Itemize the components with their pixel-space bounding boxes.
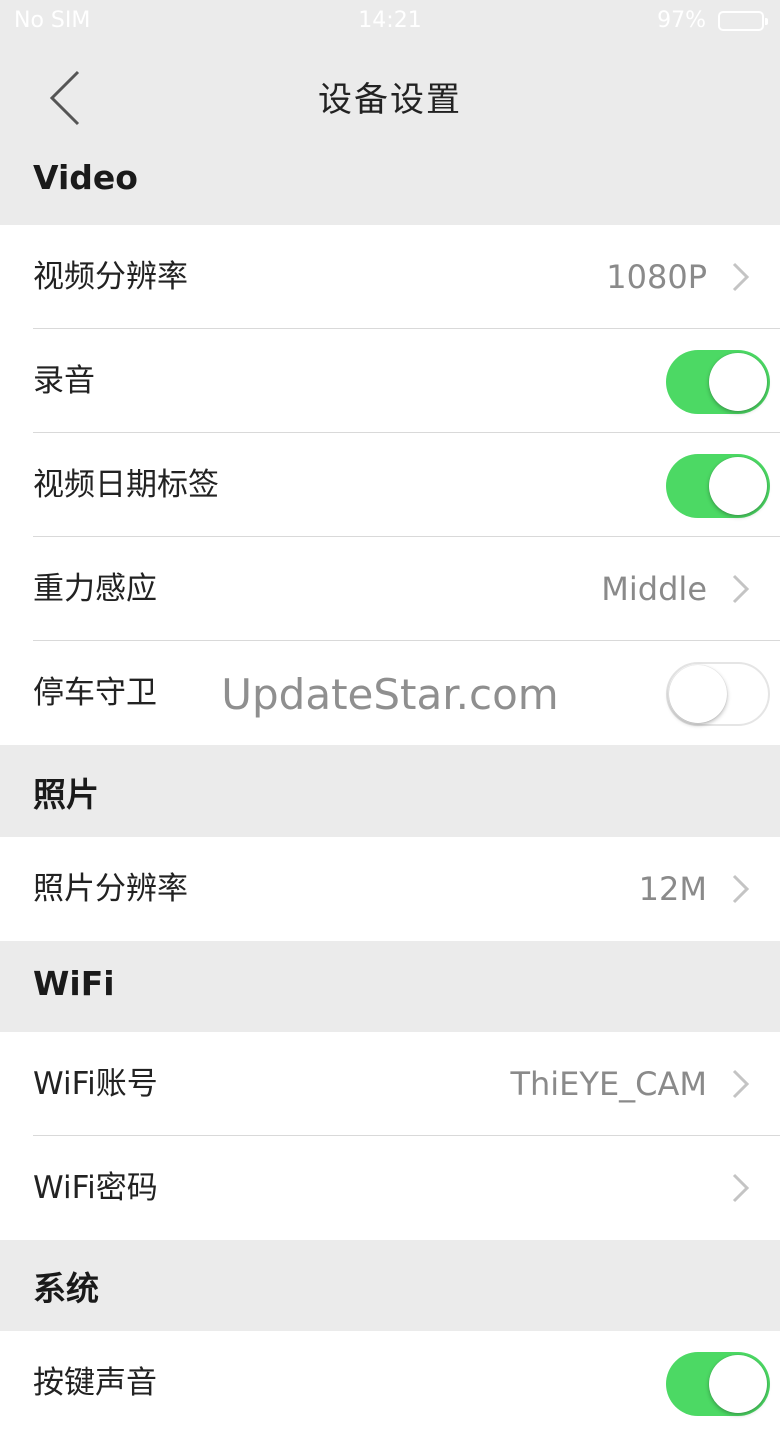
row-label: 按键声音 (33, 1365, 157, 1401)
chevron-right-icon (732, 1069, 750, 1099)
wifi-password-row[interactable]: WiFi密码 (0, 1136, 780, 1240)
chevron-right-icon (732, 1173, 750, 1203)
row-label: 停车守卫 (33, 675, 157, 711)
key-sound-row: 按键声音 (0, 1331, 780, 1435)
date-stamp-toggle[interactable] (666, 454, 770, 518)
row-label: WiFi密码 (33, 1170, 158, 1206)
row-label: 视频分辨率 (33, 259, 188, 295)
gsensor-row[interactable]: 重力感应 Middle (0, 537, 780, 641)
wifi-ssid-row[interactable]: WiFi账号 ThiEYE_CAM (0, 1032, 780, 1136)
row-label: 照片分辨率 (33, 871, 188, 907)
battery-percentage: 97% (657, 8, 706, 33)
parking-guard-toggle[interactable] (666, 662, 770, 726)
row-label: 录音 (33, 363, 95, 399)
status-bar: No SIM 14:21 97% (0, 0, 780, 44)
row-label: 视频日期标签 (33, 467, 219, 503)
section-header-wifi: WiFi (33, 964, 115, 1003)
audio-record-row: 录音 (0, 329, 780, 433)
section-header-photo: 照片 (33, 775, 99, 814)
nav-bar: 设备设置 (0, 44, 780, 152)
row-label: WiFi账号 (33, 1066, 158, 1102)
row-value: 12M (638, 870, 707, 908)
section-header-video: Video (33, 158, 138, 197)
chevron-right-icon (732, 874, 750, 904)
photo-resolution-row[interactable]: 照片分辨率 12M (0, 837, 780, 941)
chevron-right-icon (732, 574, 750, 604)
video-resolution-row[interactable]: 视频分辨率 1080P (0, 225, 780, 329)
date-stamp-row: 视频日期标签 (0, 433, 780, 537)
section-header-system: 系统 (33, 1269, 99, 1308)
row-value: Middle (601, 570, 707, 608)
row-value: 1080P (606, 258, 707, 296)
key-sound-toggle[interactable] (666, 1352, 770, 1416)
audio-record-toggle[interactable] (666, 350, 770, 414)
page-title: 设备设置 (318, 80, 462, 120)
battery-icon (718, 11, 768, 31)
parking-guard-row: 停车守卫 (0, 641, 780, 745)
row-value: ThiEYE_CAM (510, 1065, 707, 1103)
chevron-right-icon (732, 262, 750, 292)
row-label: 重力感应 (33, 571, 157, 607)
